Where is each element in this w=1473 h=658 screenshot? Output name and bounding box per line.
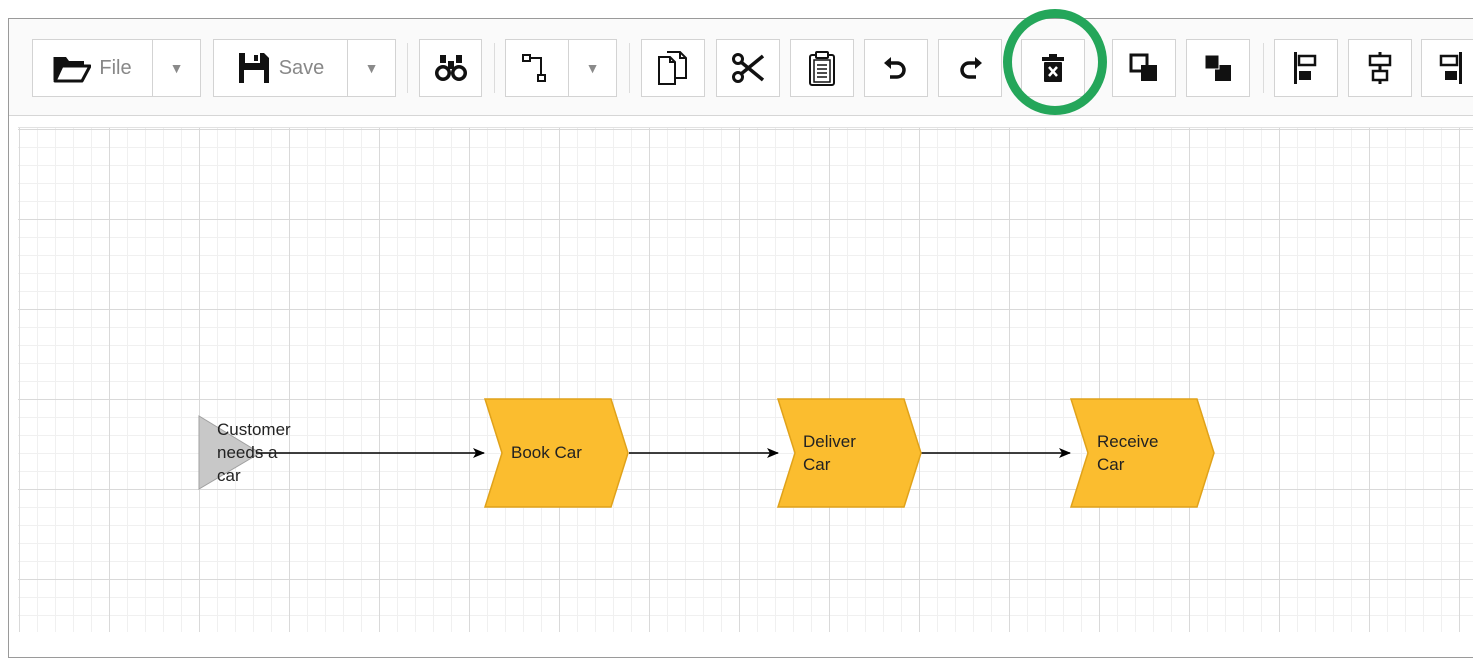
toolbar-separator bbox=[1263, 43, 1264, 93]
connector-dropdown-button[interactable]: ▼ bbox=[568, 39, 617, 97]
find-button[interactable] bbox=[419, 39, 482, 97]
event-label-line: needs a bbox=[217, 443, 278, 462]
cut-button[interactable] bbox=[716, 39, 780, 97]
file-button[interactable]: File bbox=[32, 39, 153, 97]
chevron-down-icon: ▼ bbox=[169, 60, 184, 76]
trash-icon bbox=[1041, 53, 1065, 83]
redo-icon bbox=[957, 55, 983, 81]
toolbar-separator bbox=[407, 43, 408, 93]
process-diagram bbox=[198, 398, 1215, 508]
copy-button[interactable] bbox=[641, 39, 705, 97]
align-left-button[interactable] bbox=[1274, 39, 1338, 97]
save-button-label: Save bbox=[278, 56, 325, 79]
send-to-back-icon bbox=[1203, 53, 1233, 83]
scissors-icon bbox=[731, 52, 765, 84]
paste-button[interactable] bbox=[790, 39, 854, 97]
diagram-canvas[interactable]: Customer needs a car Book Car Deliver Ca… bbox=[18, 127, 1473, 632]
event-label: Customer needs a car bbox=[217, 418, 291, 487]
connector-icon bbox=[521, 52, 553, 84]
copy-icon bbox=[656, 50, 690, 86]
bring-to-front-button[interactable] bbox=[1112, 39, 1176, 97]
event-label-line: Customer bbox=[217, 420, 291, 439]
floppy-disk-icon bbox=[237, 51, 271, 85]
undo-icon bbox=[883, 55, 909, 81]
folder-open-icon bbox=[53, 53, 92, 83]
function-label-line: Receive bbox=[1097, 432, 1159, 451]
toolbar-separator bbox=[629, 43, 630, 93]
align-right-button[interactable] bbox=[1421, 39, 1473, 97]
undo-button[interactable] bbox=[864, 39, 928, 97]
function-label-deliver-car: Deliver Car bbox=[803, 430, 856, 476]
align-right-icon bbox=[1436, 51, 1464, 85]
save-button[interactable]: Save bbox=[213, 39, 348, 97]
align-left-icon bbox=[1292, 51, 1320, 85]
align-center-icon bbox=[1366, 51, 1394, 85]
bring-to-front-icon bbox=[1129, 53, 1159, 83]
send-to-back-button[interactable] bbox=[1186, 39, 1250, 97]
function-label-line: Deliver bbox=[803, 432, 856, 451]
delete-button[interactable] bbox=[1021, 39, 1085, 97]
toolbar-separator bbox=[494, 43, 495, 93]
function-label-book-car: Book Car bbox=[511, 441, 582, 464]
chevron-down-icon: ▼ bbox=[585, 60, 600, 76]
file-button-label: File bbox=[99, 56, 132, 79]
chevron-down-icon: ▼ bbox=[364, 60, 379, 76]
save-dropdown-button[interactable]: ▼ bbox=[347, 39, 396, 97]
event-label-line: car bbox=[217, 466, 241, 485]
connector-button[interactable] bbox=[505, 39, 569, 97]
binoculars-icon bbox=[434, 53, 468, 83]
file-dropdown-button[interactable]: ▼ bbox=[152, 39, 201, 97]
clipboard-icon bbox=[808, 50, 836, 86]
function-label-line: Car bbox=[1097, 455, 1125, 474]
function-label-receive-car: Receive Car bbox=[1097, 430, 1158, 476]
align-center-button[interactable] bbox=[1348, 39, 1412, 97]
redo-button[interactable] bbox=[938, 39, 1002, 97]
function-label-line: Car bbox=[803, 455, 831, 474]
function-label-line: Book Car bbox=[511, 443, 582, 462]
